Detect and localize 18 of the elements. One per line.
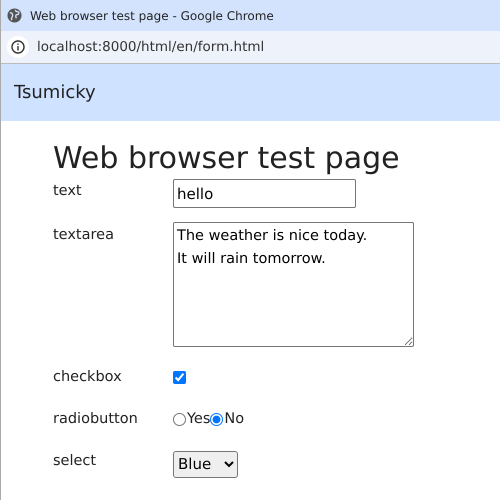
page-heading: Web browser test page	[53, 141, 401, 177]
field-label: textarea	[53, 226, 115, 245]
window-title: Web browser test page - Google Chrome	[30, 8, 274, 24]
radio-label: Yes	[187, 410, 210, 429]
field-label: radiobutton	[53, 410, 139, 429]
radio-label: No	[224, 410, 244, 429]
select-dropdown[interactable]: Blue	[173, 450, 238, 478]
navbar-brand-text[interactable]: Tsumicky	[14, 79, 96, 106]
text-field[interactable]: hello	[173, 179, 356, 208]
field-label: select	[53, 452, 98, 470]
radio-button[interactable]	[173, 413, 186, 426]
info-icon[interactable]	[7, 36, 29, 58]
field-label: checkbox	[53, 368, 123, 387]
radio-button[interactable]	[210, 413, 224, 426]
checkbox[interactable]	[173, 371, 186, 384]
textarea-field[interactable]: The weather is nice today. It will rain tomorrow.	[173, 222, 414, 347]
field-label: text	[53, 182, 83, 201]
globe-icon	[7, 8, 22, 23]
